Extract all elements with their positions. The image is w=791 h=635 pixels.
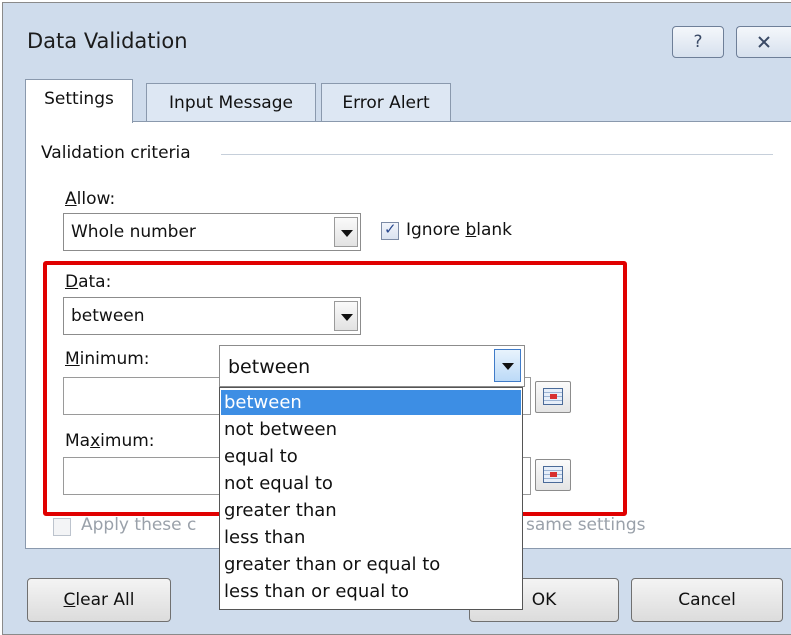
chevron-down-icon	[341, 230, 353, 237]
range-select-icon	[543, 388, 563, 405]
dropdown-current-value: between	[228, 356, 311, 378]
dropdown-option-between[interactable]: between	[221, 390, 521, 415]
maximum-range-picker-button[interactable]	[535, 459, 571, 491]
dropdown-toggle-button[interactable]	[494, 349, 521, 382]
dropdown-option-not-equal-to[interactable]: not equal to	[221, 471, 521, 496]
allow-dropdown-button[interactable]	[334, 217, 358, 247]
apply-to-all-checkbox[interactable]	[53, 518, 71, 536]
data-dropdown-button[interactable]	[334, 301, 358, 331]
data-dropdown-list: between not between equal to not equal t…	[219, 387, 523, 610]
ok-button-label: OK	[531, 590, 557, 610]
data-select-value: between	[71, 306, 145, 326]
ignore-blank-checkbox[interactable]: ✓	[381, 220, 399, 240]
minimum-label: Minimum:	[65, 349, 150, 369]
allow-label: Allow:	[65, 189, 116, 209]
dialog-title: Data Validation	[27, 29, 188, 53]
maximum-label: Maximum:	[65, 431, 155, 451]
ignore-blank-label[interactable]: Ignore blank	[406, 220, 512, 240]
allow-select[interactable]: Whole number	[63, 213, 361, 251]
dropdown-option-less-than-or-equal-to[interactable]: less than or equal to	[221, 579, 521, 604]
cancel-button-label: Cancel	[678, 590, 736, 610]
tab-error-alert-label: Error Alert	[342, 93, 430, 113]
help-icon: ?	[693, 32, 703, 52]
dropdown-option-not-between[interactable]: not between	[221, 417, 521, 442]
group-divider	[221, 154, 773, 155]
apply-to-all-label-right: same settings	[526, 515, 646, 535]
tab-settings[interactable]: Settings	[25, 79, 133, 123]
minimum-range-picker-button[interactable]	[535, 381, 571, 413]
dropdown-option-greater-than[interactable]: greater than	[221, 498, 521, 523]
help-button[interactable]: ?	[672, 26, 724, 58]
clear-all-button[interactable]: Clear All	[27, 578, 171, 622]
chevron-down-icon	[341, 314, 353, 321]
tab-input-message-label: Input Message	[169, 93, 293, 113]
dropdown-option-equal-to[interactable]: equal to	[221, 444, 521, 469]
apply-to-all-label-left: Apply these c	[81, 515, 197, 535]
range-select-icon	[543, 466, 563, 483]
data-select[interactable]: between	[63, 297, 361, 335]
tab-input-message[interactable]: Input Message	[146, 83, 316, 123]
close-icon	[758, 36, 770, 48]
tab-error-alert[interactable]: Error Alert	[321, 83, 451, 123]
validation-criteria-label: Validation criteria	[41, 143, 191, 163]
allow-select-value: Whole number	[71, 222, 196, 242]
cancel-button[interactable]: Cancel	[631, 578, 783, 622]
tab-settings-label: Settings	[44, 89, 114, 109]
checkmark-icon: ✓	[384, 220, 397, 238]
data-dropdown-open-combo[interactable]: between	[219, 345, 525, 387]
data-validation-dialog: Data Validation ? Settings Input Message…	[2, 2, 791, 635]
dropdown-option-greater-than-or-equal-to[interactable]: greater than or equal to	[221, 552, 521, 577]
chevron-down-icon	[502, 363, 514, 370]
title-bar: Data Validation ?	[3, 3, 791, 77]
close-button[interactable]	[736, 26, 791, 58]
data-label: Data:	[65, 272, 112, 292]
dropdown-option-less-than[interactable]: less than	[221, 525, 521, 550]
